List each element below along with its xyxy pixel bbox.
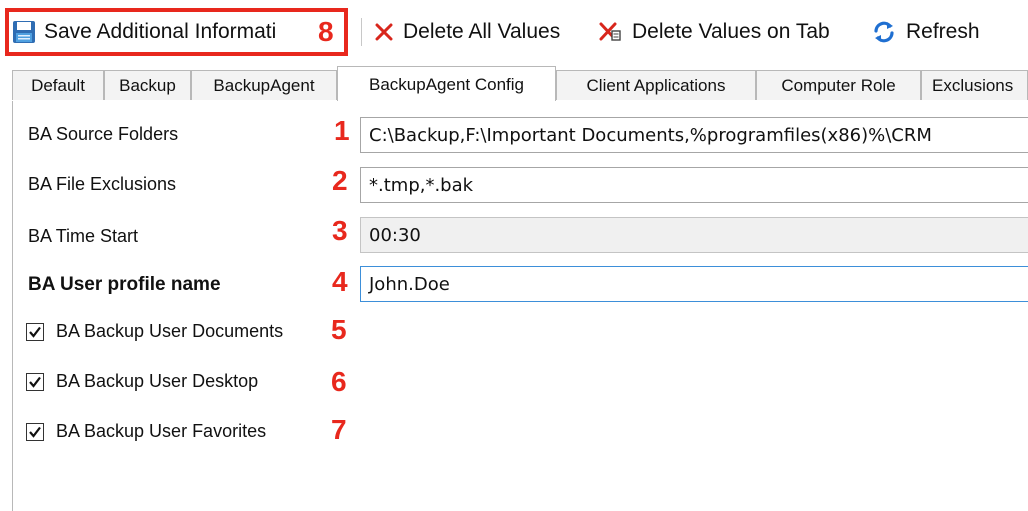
checkbox-row-user-favorites[interactable]: BA Backup User Favorites <box>26 421 266 442</box>
time-start-input[interactable]: 00:30 <box>360 217 1028 253</box>
delete-all-values-label: Delete All Values <box>403 20 561 43</box>
toolbar: Save Additional Informati 8 Delete All V… <box>0 0 1028 66</box>
marker-8: 8 <box>318 16 334 47</box>
tab-strip: Default Backup BackupAgent BackupAgent C… <box>12 66 1028 102</box>
red-x-tab-icon <box>598 22 622 42</box>
marker-5: 5 <box>331 314 347 345</box>
user-profile-name-input[interactable]: John.Doe <box>360 266 1028 302</box>
tab-backupagent-config[interactable]: BackupAgent Config <box>337 66 556 102</box>
marker-3: 3 <box>332 215 348 246</box>
source-folders-input[interactable]: C:\Backup,F:\Important Documents,%progra… <box>360 117 1028 153</box>
refresh-arrows-icon <box>872 20 896 44</box>
tab-computer-role[interactable]: Computer Role <box>756 70 921 100</box>
checkbox-row-user-desktop[interactable]: BA Backup User Desktop <box>26 371 258 392</box>
checkmark-icon <box>29 326 41 338</box>
marker-4: 4 <box>332 266 348 297</box>
tab-backupagent[interactable]: BackupAgent <box>191 70 337 100</box>
field-label-source-folders: BA Source Folders <box>28 124 179 144</box>
user-documents-checkbox[interactable] <box>26 322 44 341</box>
save-button-highlight <box>5 8 348 56</box>
field-label-time-start: BA Time Start <box>28 226 139 246</box>
tab-default[interactable]: Default <box>12 70 104 100</box>
delete-all-values-button[interactable]: Delete All Values <box>375 14 560 50</box>
red-x-icon <box>375 23 393 41</box>
user-desktop-label: BA Backup User Desktop <box>56 371 259 391</box>
delete-values-on-tab-button[interactable]: Delete Values on Tab <box>598 14 830 50</box>
toolbar-separator <box>361 18 362 46</box>
refresh-label: Refresh <box>906 20 980 43</box>
refresh-button[interactable]: Refresh <box>872 14 980 50</box>
user-favorites-label: BA Backup User Favorites <box>56 421 267 441</box>
tab-exclusions[interactable]: Exclusions <box>921 70 1028 100</box>
user-favorites-checkbox[interactable] <box>26 422 44 441</box>
tab-content-panel <box>12 101 1028 511</box>
checkmark-icon <box>29 376 41 388</box>
marker-7: 7 <box>331 414 347 445</box>
marker-1: 1 <box>334 115 350 146</box>
user-documents-label: BA Backup User Documents <box>56 321 284 341</box>
marker-2: 2 <box>332 165 348 196</box>
delete-values-on-tab-label: Delete Values on Tab <box>632 20 830 43</box>
tab-backup[interactable]: Backup <box>104 70 191 100</box>
field-label-user-profile-name: BA User profile name <box>28 274 221 295</box>
checkbox-row-user-documents[interactable]: BA Backup User Documents <box>26 321 283 342</box>
checkmark-icon <box>29 426 41 438</box>
tab-client-applications[interactable]: Client Applications <box>556 70 756 100</box>
file-exclusions-input[interactable]: *.tmp,*.bak <box>360 167 1028 203</box>
field-label-file-exclusions: BA File Exclusions <box>28 174 177 194</box>
marker-6: 6 <box>331 366 347 397</box>
user-desktop-checkbox[interactable] <box>26 372 44 391</box>
